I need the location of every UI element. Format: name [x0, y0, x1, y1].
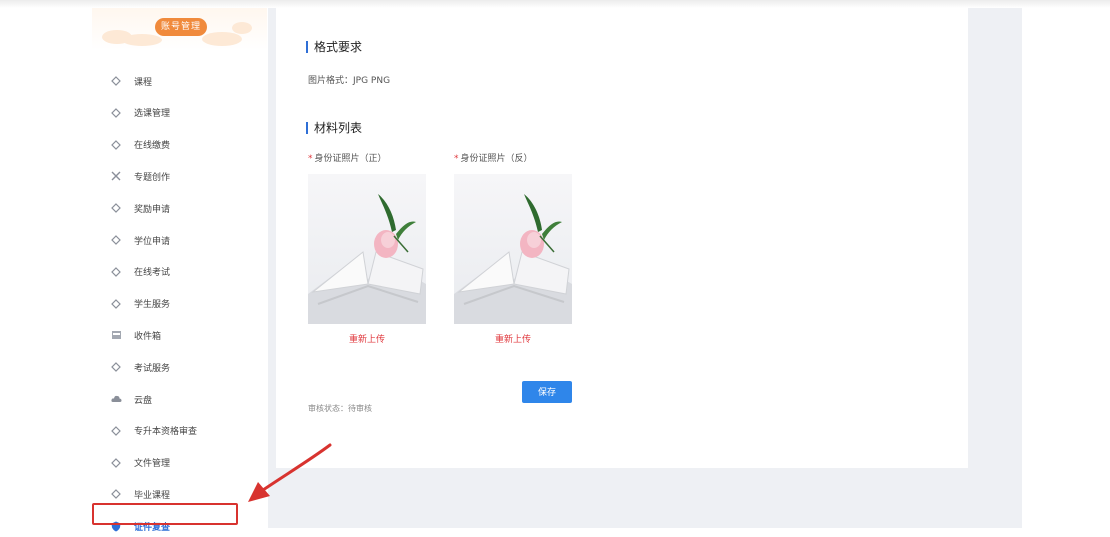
sidebar-item[interactable]: 云盘: [110, 388, 260, 410]
sidebar-item-label: 专升本资格审查: [134, 427, 198, 438]
save-button[interactable]: 保存: [522, 381, 572, 403]
sidebar-item-label: 奖励申请: [134, 204, 171, 215]
sidebar-item[interactable]: 学位申请: [110, 229, 260, 251]
format-title: 格式要求: [314, 40, 363, 54]
reupload-link-front[interactable]: 重新上传: [308, 332, 426, 345]
sidebar-item-label: 收件箱: [134, 331, 162, 342]
book-flower-image: [308, 194, 426, 324]
required-mark: *: [454, 154, 459, 164]
diamond-icon: [110, 425, 122, 437]
red-arrow-annotation: [248, 443, 332, 502]
format-section-title: 格式要求: [306, 38, 362, 55]
sidebar-item-label: 在线缴费: [134, 141, 171, 152]
main-panel: 格式要求 图片格式：JPG PNG 材料列表 * 身份证照片（正） 重新上传 * 身…: [276, 8, 968, 468]
diamond-icon: [110, 298, 122, 310]
book-flower-image: [454, 194, 572, 324]
sidebar-item-label: 考试服务: [134, 363, 171, 374]
sidebar-item[interactable]: 专升本资格审查: [110, 420, 260, 442]
sidebar-item-label: 毕业课程: [134, 490, 171, 501]
format-text: 图片格式：JPG PNG: [308, 76, 391, 86]
diamond-icon: [110, 488, 122, 500]
sidebar-item-label: 在线考试: [134, 268, 171, 279]
diamond-icon: [110, 139, 122, 151]
materials-section-title: 材料列表: [306, 119, 362, 136]
materials-title: 材料列表: [314, 121, 363, 135]
sidebar-item-label: 课程: [134, 77, 153, 88]
top-edge: [0, 0, 1110, 8]
diamond-icon: [110, 361, 122, 373]
diamond-icon: [110, 457, 122, 469]
sidebar-item[interactable]: 学生服务: [110, 293, 260, 315]
cloud-icon: [110, 393, 122, 405]
diamond-icon: [110, 107, 122, 119]
upload-label-text: 身份证照片（反）: [460, 154, 533, 164]
diamond-icon: [110, 234, 122, 246]
sidebar-item[interactable]: 收件箱: [110, 324, 260, 346]
sidebar-item[interactable]: 选课管理: [110, 102, 260, 124]
cloud-decoration: [202, 32, 242, 46]
cross-icon: [110, 170, 122, 182]
sidebar-item[interactable]: 文件管理: [110, 452, 260, 474]
upload-card-back: * 身份证照片（反） 重新上传: [454, 151, 574, 345]
review-status-text: 审核状态：待审核: [308, 404, 372, 413]
inbox-icon: [110, 329, 122, 341]
sidebar-item[interactable]: 在线缴费: [110, 134, 260, 156]
upload-label-front: * 身份证照片（正）: [308, 151, 428, 164]
sidebar-item-label: 选课管理: [134, 109, 171, 120]
account-badge[interactable]: 账号管理: [155, 18, 208, 36]
title-bar: [306, 121, 308, 134]
diamond-icon: [110, 266, 122, 278]
sidebar-item[interactable]: 奖励申请: [110, 197, 260, 219]
sidebar-item-label: 学生服务: [134, 300, 171, 311]
sidebar-item[interactable]: 在线考试: [110, 261, 260, 283]
cloud-decoration: [232, 22, 252, 34]
cloud-decoration: [122, 34, 162, 46]
id-photo-front[interactable]: [308, 174, 426, 324]
sidebar-item-label: 云盘: [134, 395, 153, 406]
upload-card-front: * 身份证照片（正） 重新上传: [308, 151, 428, 345]
diamond-icon: [110, 202, 122, 214]
sidebar-item[interactable]: 考试服务: [110, 356, 260, 378]
sidebar-item-label: 学位申请: [134, 236, 171, 247]
required-mark: *: [308, 154, 313, 164]
sidebar-item-label: 专题创作: [134, 172, 171, 183]
title-bar: [306, 40, 308, 53]
sidebar-item-label: 文件管理: [134, 459, 171, 470]
diamond-icon: [110, 75, 122, 87]
sidebar-item[interactable]: 专题创作: [110, 165, 260, 187]
reupload-link-back[interactable]: 重新上传: [454, 332, 572, 345]
sidebar-header: 账号管理: [92, 8, 267, 50]
highlight-box: [92, 503, 238, 525]
upload-label-back: * 身份证照片（反）: [454, 151, 574, 164]
sidebar-item[interactable]: 课程: [110, 70, 260, 92]
id-photo-back[interactable]: [454, 174, 572, 324]
upload-label-text: 身份证照片（正）: [314, 154, 387, 164]
